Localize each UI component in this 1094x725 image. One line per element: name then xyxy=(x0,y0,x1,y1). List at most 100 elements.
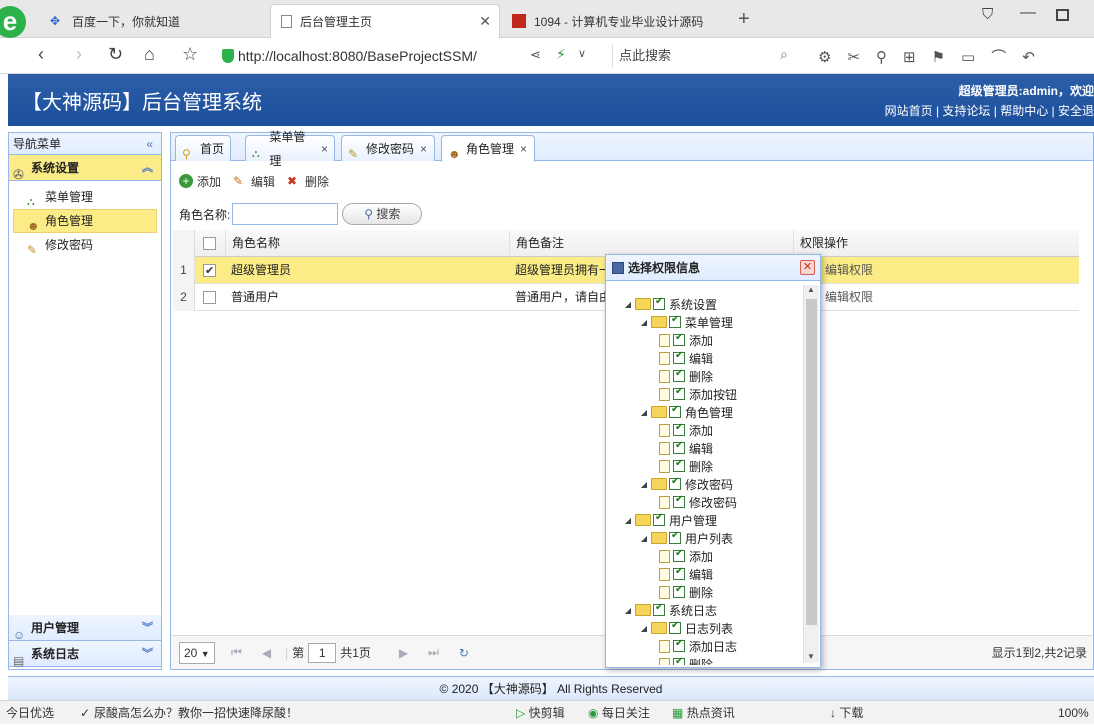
expand-arrow-icon[interactable]: ◢ xyxy=(639,318,649,327)
tree-node[interactable]: ◢ 用户列表 xyxy=(639,529,733,547)
tree-checkbox[interactable] xyxy=(673,584,685,598)
tree-node[interactable]: ◢ 系统日志 xyxy=(623,601,717,619)
sidebar-group-system-settings[interactable]: ✇ 系统设置 ︽ xyxy=(9,155,161,182)
tree-checkbox[interactable] xyxy=(669,530,681,544)
next-page-icon[interactable]: ▶ xyxy=(399,646,408,660)
maximize-icon[interactable] xyxy=(1056,9,1069,21)
prev-page-icon[interactable]: ◀ xyxy=(262,646,271,660)
tab-menu-management[interactable]: ⛬ 菜单管理 × xyxy=(245,130,335,168)
role-name-input[interactable] xyxy=(232,203,339,225)
sidebar-item-role-management[interactable]: ☻ 角色管理 xyxy=(13,209,157,233)
status-item[interactable]: ▷ 快剪辑 xyxy=(516,701,565,725)
tab-change-password[interactable]: ✎ 修改密码 × xyxy=(341,135,435,161)
scroll-down-icon[interactable]: ▼ xyxy=(807,652,815,661)
refresh-icon[interactable]: ↻ xyxy=(108,44,123,65)
tree-node[interactable]: ◢ 角色管理 xyxy=(639,403,733,421)
tree-checkbox[interactable] xyxy=(673,638,685,652)
close-tab-icon[interactable]: × xyxy=(420,137,427,161)
status-item[interactable]: ◉ 每日关注 xyxy=(588,701,650,725)
tree-node[interactable]: 删除 xyxy=(655,583,713,601)
add-button[interactable]: + 添加 xyxy=(179,173,221,190)
scroll-up-icon[interactable]: ▲ xyxy=(807,285,815,294)
tree-node[interactable]: 删除 xyxy=(655,655,713,665)
scrollbar[interactable]: ▲ ▼ xyxy=(803,285,819,663)
scroll-thumb[interactable] xyxy=(806,299,817,625)
edit-permission-link[interactable]: 编辑权限 xyxy=(819,284,1019,311)
expand-arrow-icon[interactable]: ◢ xyxy=(623,516,633,525)
sidebar-item-menu-management[interactable]: ⛬ 菜单管理 xyxy=(9,185,161,209)
tree-checkbox[interactable] xyxy=(669,476,681,490)
tree-node[interactable]: ◢ 系统设置 xyxy=(623,295,717,313)
tree-checkbox[interactable] xyxy=(669,404,681,418)
new-tab-icon[interactable]: + xyxy=(738,8,750,31)
forward-icon[interactable]: › xyxy=(76,44,82,65)
header-links[interactable]: 网站首页 | 支持论坛 | 帮助中心 | 安全退 xyxy=(885,102,1094,119)
close-tab-icon[interactable]: × xyxy=(321,137,328,161)
sidebar-group-user-management[interactable]: ☺ 用户管理 ︾ xyxy=(9,615,161,642)
zoom-level[interactable]: 100% xyxy=(1058,701,1089,725)
expand-arrow-icon[interactable]: ◢ xyxy=(639,408,649,417)
tree-checkbox[interactable] xyxy=(673,350,685,364)
row-checkbox-cell[interactable] xyxy=(197,284,225,311)
browser-tab-admin[interactable]: 后台管理主页 ✕ xyxy=(270,4,500,38)
extension-icons[interactable]: ⚙✂⚲⊞⚑▭⌒↶ xyxy=(818,46,1051,67)
tree-checkbox[interactable] xyxy=(673,440,685,454)
select-all-checkbox[interactable] xyxy=(203,237,216,251)
expand-arrow-icon[interactable]: ◢ xyxy=(623,606,633,615)
tree-checkbox[interactable] xyxy=(673,656,685,665)
favorite-star-icon[interactable]: ☆ xyxy=(182,44,198,65)
tree-checkbox[interactable] xyxy=(673,422,685,436)
news-ticker[interactable]: 尿酸高怎么办？教你一招快速降尿酸！ xyxy=(94,701,298,725)
shirt-icon[interactable]: ⛉ xyxy=(982,6,993,23)
page-number-input[interactable]: 1 xyxy=(308,642,337,663)
tree-checkbox[interactable] xyxy=(673,566,685,580)
sidebar-group-system-log[interactable]: ▤ 系统日志 ︾ xyxy=(9,641,161,668)
tree-checkbox[interactable] xyxy=(669,620,681,634)
expand-arrow-icon[interactable]: ◢ xyxy=(623,300,633,309)
search-button[interactable]: ⚲ 搜索 xyxy=(342,203,423,225)
tree-node[interactable]: 添加 xyxy=(655,547,713,565)
delete-button[interactable]: ✖ 删除 xyxy=(287,173,329,190)
column-header[interactable]: 角色名称 xyxy=(225,230,509,257)
search-input[interactable]: 点此搜索 xyxy=(612,44,802,68)
lightning-icon[interactable]: ⚡ xyxy=(556,46,566,63)
tree-node[interactable]: 编辑 xyxy=(655,565,713,583)
tree-node[interactable]: 添加日志 xyxy=(655,637,737,655)
tree-node[interactable]: 添加按钮 xyxy=(655,385,737,403)
select-all-checkbox-cell[interactable] xyxy=(197,230,225,257)
row-checkbox[interactable] xyxy=(203,258,216,284)
close-tab-icon[interactable]: ✕ xyxy=(479,13,491,30)
tree-checkbox[interactable] xyxy=(653,602,665,616)
search-icon[interactable]: ⌕ xyxy=(780,46,788,63)
first-page-icon[interactable]: ⏮ xyxy=(231,645,242,660)
status-item[interactable]: ▦ 热点资讯 xyxy=(672,701,735,725)
status-item[interactable]: ↓ 下载 xyxy=(830,701,863,725)
close-tab-icon[interactable]: × xyxy=(520,137,527,161)
tree-checkbox[interactable] xyxy=(673,458,685,472)
reload-icon[interactable]: ↻ xyxy=(459,646,469,660)
column-header[interactable]: 权限操作 xyxy=(793,230,1079,257)
chevron-down-icon[interactable]: ∨ xyxy=(578,47,586,60)
row-checkbox[interactable] xyxy=(203,291,216,305)
home-icon[interactable]: ⌂ xyxy=(144,44,155,65)
expand-arrow-icon[interactable]: ◢ xyxy=(639,624,649,633)
tree-node[interactable]: 编辑 xyxy=(655,349,713,367)
tree-node[interactable]: ◢ 修改密码 xyxy=(639,475,733,493)
tree-checkbox[interactable] xyxy=(673,386,685,400)
tab-home[interactable]: ⚲ 首页 xyxy=(175,135,231,161)
expand-arrow-icon[interactable]: ◢ xyxy=(639,480,649,489)
tree-checkbox[interactable] xyxy=(673,332,685,346)
tree-checkbox[interactable] xyxy=(653,296,665,310)
tree-node[interactable]: 编辑 xyxy=(655,439,713,457)
tab-role-management[interactable]: ☻ 角色管理 × xyxy=(441,135,535,162)
back-icon[interactable]: ‹ xyxy=(38,44,44,65)
chevron-down-icon[interactable]: ︾ xyxy=(142,615,153,641)
expand-arrow-icon[interactable]: ◢ xyxy=(639,534,649,543)
tree-node[interactable]: ◢ 用户管理 xyxy=(623,511,717,529)
tree-node[interactable]: 删除 xyxy=(655,457,713,475)
status-left[interactable]: 今日优选 xyxy=(6,701,54,725)
tree-checkbox[interactable] xyxy=(673,548,685,562)
tree-checkbox[interactable] xyxy=(669,314,681,328)
tree-node[interactable]: 添加 xyxy=(655,331,713,349)
column-header[interactable]: 角色备注 xyxy=(509,230,793,257)
